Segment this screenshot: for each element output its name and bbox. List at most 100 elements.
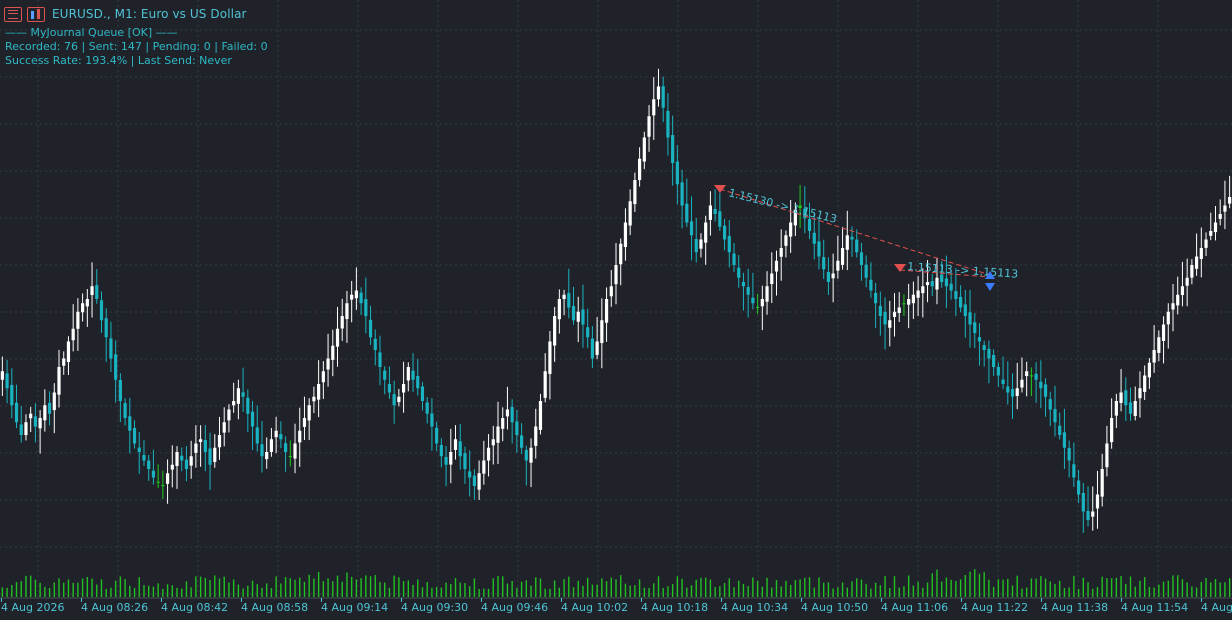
- candle-body: [109, 338, 113, 359]
- candle-body: [1053, 409, 1057, 423]
- candle-body: [335, 328, 340, 347]
- candle-body: [397, 396, 401, 403]
- time-axis-label: 4 Aug 10:50: [801, 601, 869, 614]
- journal-queue-stats: Recorded: 76 | Sent: 147 | Pending: 0 | …: [5, 40, 268, 53]
- candle-body: [836, 260, 840, 271]
- candle-body: [1001, 379, 1005, 384]
- candle-body: [265, 452, 269, 460]
- candle-body: [241, 392, 245, 397]
- candle-body: [1138, 388, 1142, 399]
- candle-body: [930, 281, 934, 287]
- candle-body: [1067, 448, 1071, 461]
- candle-body: [47, 402, 52, 414]
- candle-body: [38, 418, 42, 429]
- candle-body: [137, 447, 141, 452]
- candle-body: [510, 407, 514, 423]
- candle-body: [859, 252, 864, 265]
- candle-body: [312, 396, 316, 402]
- candle-body: [1147, 362, 1151, 378]
- candle-body: [1128, 402, 1133, 414]
- candle-body: [387, 383, 392, 393]
- candle-body: [14, 402, 19, 423]
- candle-body: [647, 116, 651, 137]
- candle-body: [741, 281, 746, 287]
- candle-body: [553, 316, 557, 346]
- candle-body: [638, 158, 642, 181]
- candle-body: [595, 341, 599, 355]
- candle-body: [184, 459, 189, 469]
- symbol-title: EURUSD., M1: Euro vs US Dollar: [52, 7, 247, 21]
- candle-body: [1020, 379, 1024, 388]
- candle-body: [1114, 401, 1118, 416]
- list-icon[interactable]: [4, 6, 22, 22]
- candle-body: [590, 338, 594, 359]
- candle-body: [817, 241, 821, 257]
- candle-body: [66, 341, 71, 362]
- candle-body: [24, 422, 28, 436]
- candle-body: [954, 291, 958, 299]
- candle-body: [477, 473, 481, 490]
- candle-body: [1081, 492, 1085, 512]
- time-axis-label: 4 Aug 10:02: [561, 601, 629, 614]
- candle-body: [468, 471, 472, 478]
- candle-body: [529, 447, 533, 463]
- candle-body: [203, 439, 207, 452]
- candle-body: [812, 232, 816, 244]
- candle-body: [1199, 248, 1203, 260]
- candle-body: [916, 290, 920, 298]
- candle-body: [425, 402, 429, 414]
- candle-body: [567, 293, 571, 308]
- candle-body: [1133, 401, 1137, 416]
- candle-body: [888, 320, 892, 328]
- candle-body: [557, 299, 561, 320]
- candle-body: [524, 449, 528, 461]
- candle-body: [855, 239, 859, 253]
- candle-body: [156, 481, 160, 483]
- candle-body: [43, 405, 47, 421]
- candle-body: [142, 455, 146, 461]
- candle-body: [165, 473, 170, 484]
- candle-body: [907, 299, 911, 305]
- candle-body: [921, 286, 925, 294]
- chart-title-bar: EURUSD., M1: Euro vs US Dollar: [4, 5, 247, 23]
- candle-body: [609, 286, 613, 297]
- candle-body: [439, 444, 443, 457]
- candle-body: [194, 443, 198, 453]
- candle-body: [746, 287, 750, 295]
- candle-body: [114, 354, 118, 380]
- candle-body: [118, 380, 122, 401]
- candle-body: [1166, 311, 1170, 325]
- time-axis-label: 4 Aug 08:58: [241, 601, 309, 614]
- time-axis-label: 4 Aug 08:26: [81, 601, 149, 614]
- candle-body: [298, 430, 302, 443]
- candle-body: [416, 375, 420, 389]
- chart-bars-icon[interactable]: [27, 6, 45, 22]
- candle-body: [383, 370, 387, 380]
- candle-body: [449, 452, 453, 465]
- candle-body: [222, 422, 226, 433]
- candle-body: [869, 279, 873, 291]
- candle-body: [807, 218, 812, 231]
- candle-body: [925, 282, 930, 286]
- candle-body: [1209, 231, 1213, 236]
- candle-body: [1190, 265, 1194, 278]
- candle-body: [90, 286, 94, 296]
- candle-body: [845, 235, 849, 250]
- candle-body: [406, 367, 410, 381]
- candle-body: [1043, 384, 1048, 397]
- candle-body: [19, 424, 23, 435]
- candle-body: [623, 222, 628, 248]
- price-chart[interactable]: 1.15130 -> 1.15113 1.15113 -> 1.15113: [0, 0, 1232, 620]
- candle-body: [496, 426, 500, 443]
- candle-body: [722, 225, 727, 240]
- candle-body: [217, 435, 222, 448]
- candle-body: [878, 305, 882, 316]
- candle-body: [963, 304, 967, 316]
- candle-body: [283, 443, 288, 452]
- candle-body: [562, 294, 566, 300]
- candle-body: [1204, 239, 1208, 248]
- candle-body: [704, 222, 708, 243]
- candle-body: [666, 110, 670, 138]
- time-axis-label: 4 Aug 10:18: [641, 601, 709, 614]
- candle-body: [269, 439, 274, 452]
